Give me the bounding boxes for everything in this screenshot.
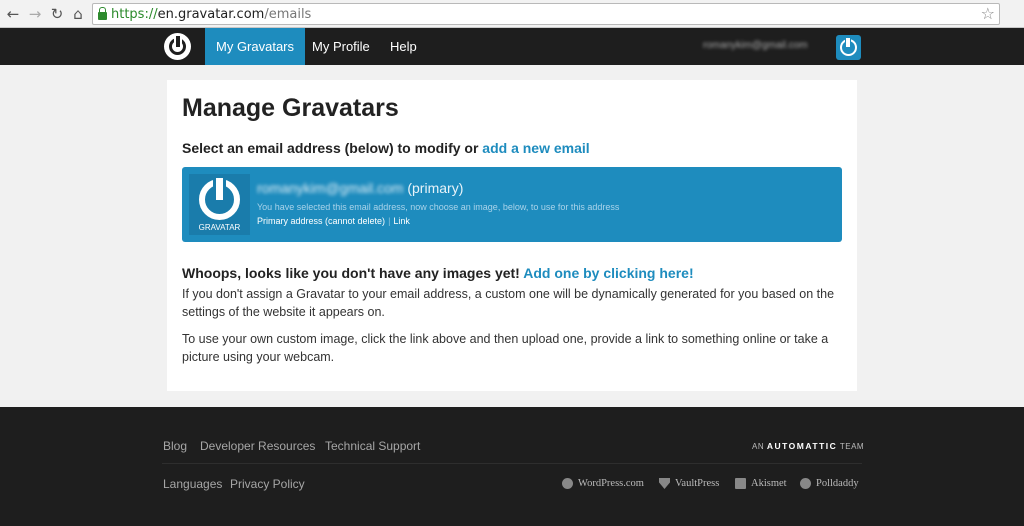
thumbnail-label: GRAVATAR bbox=[198, 223, 241, 232]
email-actions: Primary address (cannot delete) | Link bbox=[257, 216, 410, 226]
footer-link-privacy-policy[interactable]: Privacy Policy bbox=[230, 477, 305, 491]
gravatar-logo-icon[interactable] bbox=[164, 33, 191, 60]
manage-gravatars-card: Manage Gravatars Select an email address… bbox=[167, 80, 857, 391]
nav-help[interactable]: Help bbox=[379, 28, 428, 65]
info-paragraph-2: To use your own custom image, click the … bbox=[182, 332, 829, 364]
select-email-prompt: Select an email address (below) to modif… bbox=[182, 140, 590, 156]
email-address: romanykim@gmail.com bbox=[257, 180, 404, 196]
automattic-prefix: AN bbox=[752, 442, 765, 451]
url-scheme: https:// bbox=[111, 6, 158, 22]
partner-akismet-label: Akismet bbox=[751, 478, 787, 489]
no-images-heading: Whoops, looks like you don't have any im… bbox=[182, 265, 694, 281]
footer-link-languages[interactable]: Languages bbox=[163, 477, 222, 491]
partner-akismet[interactable]: Akismet bbox=[735, 478, 787, 489]
site-header: My Gravatars My Profile Help romanykim@g… bbox=[0, 28, 1024, 65]
user-email[interactable]: romanykim@gmail.com bbox=[703, 40, 808, 51]
footer-link-developer-resources[interactable]: Developer Resources bbox=[200, 439, 315, 453]
footer-divider bbox=[162, 463, 862, 464]
browser-toolbar: ← → ↻ ⌂ https://en.gravatar.com/emails ☆ bbox=[0, 0, 1024, 28]
selected-email-card[interactable]: GRAVATAR romanykim@gmail.com (primary) Y… bbox=[182, 167, 842, 242]
nav-my-gravatars[interactable]: My Gravatars bbox=[205, 28, 306, 65]
partner-wordpress[interactable]: WordPress.com bbox=[562, 478, 644, 489]
address-bar[interactable]: https://en.gravatar.com/emails ☆ bbox=[92, 3, 1000, 25]
partner-vaultpress[interactable]: VaultPress bbox=[659, 478, 719, 489]
site-footer: Blog Developer Resources Technical Suppo… bbox=[0, 407, 1024, 526]
add-new-email-link[interactable]: add a new email bbox=[482, 140, 589, 156]
partner-polldaddy-label: Polldaddy bbox=[816, 478, 859, 489]
no-images-text: Whoops, looks like you don't have any im… bbox=[182, 265, 520, 281]
home-icon[interactable]: ⌂ bbox=[67, 3, 89, 25]
back-icon[interactable]: ← bbox=[2, 3, 24, 25]
email-gravatar-thumbnail: GRAVATAR bbox=[189, 174, 250, 235]
lock-icon bbox=[98, 7, 107, 20]
automattic-suffix: TEAM bbox=[839, 442, 865, 451]
wordpress-icon bbox=[562, 478, 573, 489]
email-address-line: romanykim@gmail.com (primary) bbox=[257, 180, 463, 196]
automattic-name: AUTOMATTIC bbox=[766, 441, 838, 451]
select-email-text: Select an email address (below) to modif… bbox=[182, 140, 479, 156]
url-path: /emails bbox=[264, 6, 312, 22]
partner-vaultpress-label: VaultPress bbox=[675, 478, 720, 489]
akismet-icon bbox=[735, 478, 746, 489]
bookmark-star-icon[interactable]: ☆ bbox=[981, 4, 995, 23]
forward-icon[interactable]: → bbox=[24, 3, 46, 25]
footer-link-technical-support[interactable]: Technical Support bbox=[325, 439, 420, 453]
nav-my-profile[interactable]: My Profile bbox=[301, 28, 381, 65]
partner-polldaddy[interactable]: Polldaddy bbox=[800, 478, 859, 489]
user-avatar[interactable] bbox=[836, 35, 861, 60]
primary-address-note: Primary address (cannot delete) bbox=[257, 216, 386, 226]
primary-tag: (primary) bbox=[407, 180, 464, 196]
email-link[interactable]: Link bbox=[393, 216, 410, 226]
partner-wordpress-label: WordPress.com bbox=[578, 478, 644, 489]
email-hint: You have selected this email address, no… bbox=[257, 202, 620, 212]
info-paragraph-1: If you don't assign a Gravatar to your e… bbox=[182, 287, 835, 319]
automattic-badge[interactable]: AN AUTOMATTIC TEAM bbox=[752, 441, 864, 451]
page-title: Manage Gravatars bbox=[182, 94, 399, 122]
add-image-link[interactable]: Add one by clicking here! bbox=[523, 265, 693, 281]
footer-link-blog[interactable]: Blog bbox=[163, 439, 187, 453]
separator: | bbox=[388, 216, 391, 226]
reload-icon[interactable]: ↻ bbox=[46, 3, 68, 25]
url-host: en.gravatar.com bbox=[157, 6, 265, 22]
polldaddy-icon bbox=[800, 478, 811, 489]
vaultpress-icon bbox=[659, 478, 670, 489]
